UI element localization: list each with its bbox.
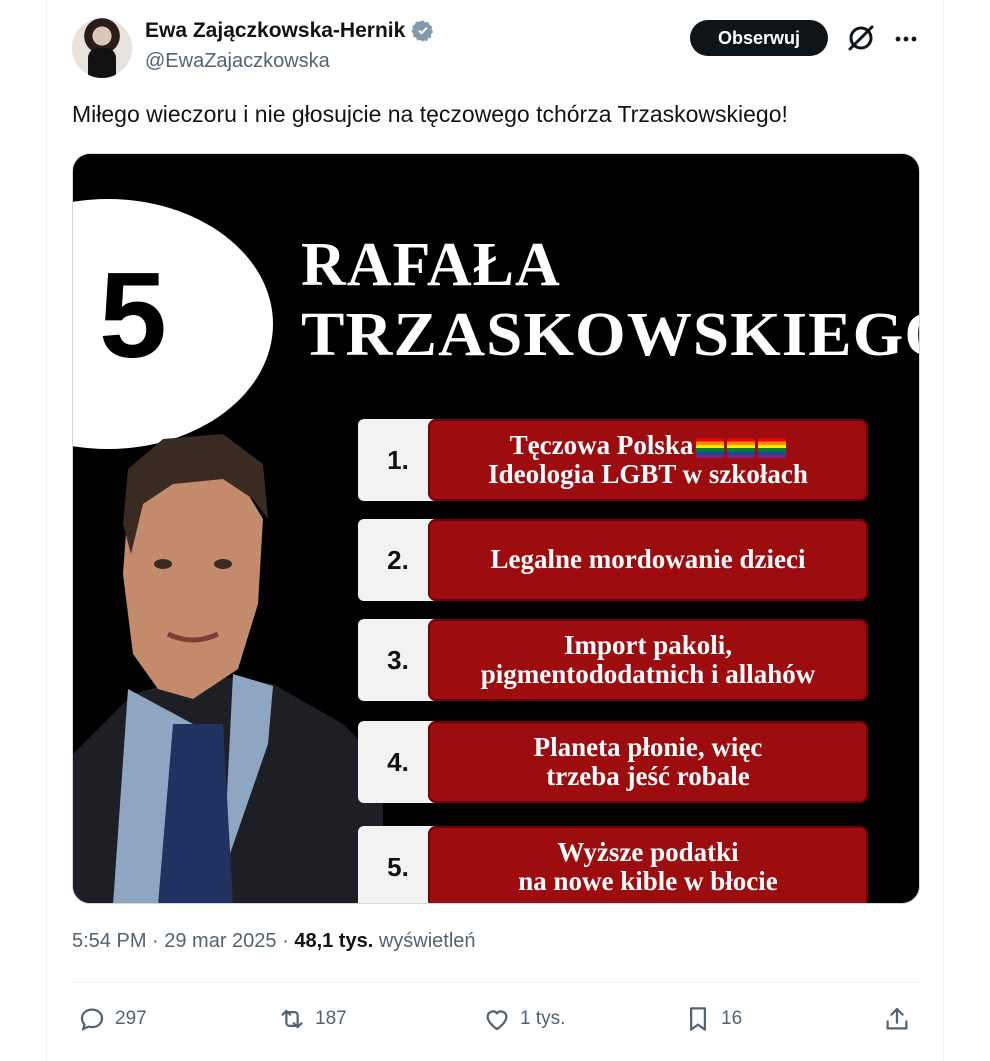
list-item-number: 1.: [358, 419, 438, 501]
list-item-line1: Planeta płonie, więc: [533, 731, 763, 762]
list-item-line1: Import pakoli,: [563, 629, 733, 660]
list-item-line1: Tęczowa Polska: [509, 429, 694, 460]
repost-button[interactable]: 187: [277, 1002, 347, 1036]
poster-title-line1: RAFAŁA: [301, 231, 561, 299]
bookmark-icon: [690, 1007, 706, 1031]
rainbow-flag-icon: [758, 437, 787, 458]
list-item: 3. Import pakoli, pigmentododatnich i al…: [358, 619, 868, 701]
list-item: 5. Wyższe podatki na nowe kible w błocie: [358, 826, 868, 903]
list-item-line1: Legalne mordowanie dzieci: [490, 544, 806, 575]
tweet-card: Ewa Zajączkowska-Hernik @EwaZajaczkowska…: [46, 0, 944, 1061]
avatar[interactable]: [72, 18, 132, 78]
list-item-text: Legalne mordowanie dzieci: [428, 519, 868, 601]
list-item-line2: Ideologia LGBT w szkołach: [488, 459, 808, 489]
author-name-text[interactable]: Ewa Zajączkowska-Hernik: [145, 19, 405, 43]
list-item-text: Import pakoli, pigmentododatnich i allah…: [428, 619, 868, 701]
list-item-line2: trzeba jeść robale: [546, 761, 750, 791]
list-item: 4. Planeta płonie, więc trzeba jeść roba…: [358, 721, 868, 803]
divider: [72, 982, 920, 983]
list-item-text: Wyższe podatki na nowe kible w błocie: [428, 826, 868, 903]
poster-number: 5: [99, 247, 167, 383]
list-item-line2: na nowe kible w błocie: [518, 866, 778, 896]
list-item-number: 3.: [358, 619, 438, 701]
list-item-number: 4.: [358, 721, 438, 803]
rainbow-flag-icon: [696, 437, 725, 458]
share-icon: [886, 1007, 908, 1030]
reply-icon: [80, 1008, 104, 1032]
timestamp-text[interactable]: 5:54 PM · 29 mar 2025 ·: [72, 930, 294, 952]
views-count: 48,1 tys.: [294, 930, 374, 952]
list-item-line2: pigmentododatnich i allahów: [480, 659, 816, 689]
poster-title-line2: TRZASKOWSKIEGO: [301, 301, 920, 369]
list-item-number: 2.: [358, 519, 438, 601]
list-item-number: 5.: [358, 826, 438, 903]
tweet-image[interactable]: 5 RAFAŁA TRZASKOWSKIEGO 1. Tęczowa Polsk…: [72, 153, 920, 904]
tweet-timestamp[interactable]: 5:54 PM · 29 mar 2025 · 48,1 tys. wyświe…: [72, 930, 476, 953]
portrait-photo: [73, 434, 383, 903]
repost-count: 187: [315, 1008, 347, 1029]
list-item-text: Planeta płonie, więc trzeba jeść robale: [428, 721, 868, 803]
views-label: wyświetleń: [373, 930, 476, 952]
reply-button[interactable]: 297: [77, 1002, 147, 1036]
verified-icon: [411, 20, 434, 42]
like-button[interactable]: 1 tys.: [482, 1002, 565, 1036]
bookmark-button[interactable]: 16: [683, 1002, 742, 1036]
like-icon: [486, 1010, 508, 1031]
list-item: 1. Tęczowa Polska Ideologia LGBT w szkoł…: [358, 419, 868, 501]
reply-count: 297: [115, 1008, 147, 1029]
share-button[interactable]: [882, 1002, 912, 1036]
list-item-line1: Wyższe podatki: [557, 836, 739, 867]
more-icon[interactable]: [893, 26, 919, 52]
repost-icon: [281, 1009, 303, 1029]
list-item-text: Tęczowa Polska Ideologia LGBT w szkołach: [428, 419, 868, 501]
tweet-text: Miłego wieczoru i nie głosujcie na tęczo…: [72, 101, 788, 127]
rainbow-flag-icon: [727, 437, 756, 458]
bookmark-count: 16: [721, 1008, 743, 1029]
like-count: 1 tys.: [520, 1008, 566, 1029]
author-handle[interactable]: @EwaZajaczkowska: [145, 50, 330, 73]
follow-button[interactable]: Obserwuj: [690, 20, 828, 56]
list-item: 2. Legalne mordowanie dzieci: [358, 519, 868, 601]
grok-icon[interactable]: [845, 22, 877, 54]
author-name[interactable]: Ewa Zajączkowska-Hernik: [145, 19, 435, 43]
